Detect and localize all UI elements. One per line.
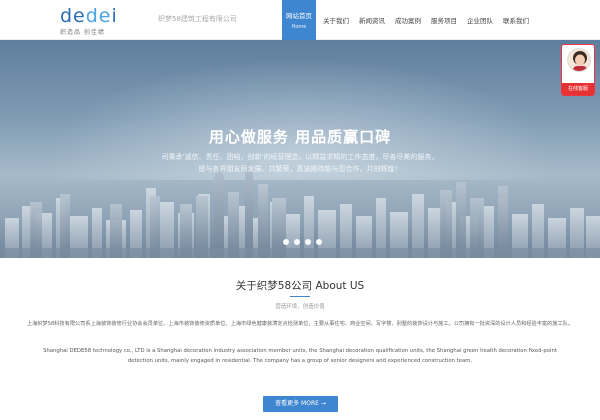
nav-item-label: 关于我们 xyxy=(323,17,349,25)
agent-portrait-icon xyxy=(568,49,590,71)
view-more-button[interactable]: 查看更多 MORE → xyxy=(263,396,338,412)
nav-item-label: 联系我们 xyxy=(503,17,529,25)
nav-item-team[interactable]: 企业团队 xyxy=(462,0,498,40)
about-heading: 关于织梦58公司 About US xyxy=(235,280,365,292)
carousel-indicators xyxy=(283,239,327,245)
about-text-chinese: 上海织梦58科技有限公司系上海装饰装修行业协会会员单位、上海市装饰装修资质单位、… xyxy=(26,321,574,327)
nav-item-services[interactable]: 服务项目 xyxy=(426,0,462,40)
main-nav: 网站首页 Home 关于我们 新闻资讯 成功案例 服务项目 企业团队 联系我们 xyxy=(282,0,534,40)
nav-item-label: 网站首页 xyxy=(286,12,312,20)
about-subheading: 营造环境，创造价值 xyxy=(275,304,325,310)
site-logo[interactable]: dedei 织造品 创佳绩 xyxy=(60,6,140,36)
service-agent-avatar xyxy=(567,48,591,72)
hero-description-line-2: 愿与各界朋友同发展、共繁荣，真诚期待能与您合作，共创辉煌！ xyxy=(198,165,402,173)
nav-item-home[interactable]: 网站首页 Home xyxy=(282,0,316,40)
carousel-dot-4[interactable] xyxy=(316,239,322,245)
nav-item-label: 成功案例 xyxy=(395,17,421,25)
service-label: 在线客服 xyxy=(562,83,594,95)
online-service-widget[interactable]: 在线客服 xyxy=(561,44,595,96)
hero-title: 用心做服务 用品质赢口碑 xyxy=(208,128,392,146)
carousel-dot-2[interactable] xyxy=(294,239,300,245)
nav-item-news[interactable]: 新闻资讯 xyxy=(354,0,390,40)
nav-item-label: 企业团队 xyxy=(467,17,493,25)
nav-item-sublabel: Home xyxy=(291,24,307,30)
hero-description-line-1: 司秉承'诚信、责任、团结、创新'的经营理念，以精益求精的工作态度，尽善尽美的服务… xyxy=(161,153,439,161)
hero-banner[interactable]: 用心做服务 用品质赢口碑 司秉承'诚信、责任、团结、创新'的经营理念，以精益求精… xyxy=(0,40,600,258)
company-name: 织梦58建筑工程有限公司 xyxy=(158,15,237,23)
about-text-english: Shanghai DEDE58 technology co., LTD is a… xyxy=(43,348,557,364)
nav-item-about[interactable]: 关于我们 xyxy=(318,0,354,40)
nav-item-label: 服务项目 xyxy=(431,17,457,25)
site-header: dedei 织造品 创佳绩 织梦58建筑工程有限公司 网站首页 Home 关于我… xyxy=(0,0,600,40)
nav-item-label: 新闻资讯 xyxy=(359,17,385,25)
logo-wordmark: dedei xyxy=(60,5,118,27)
carousel-dot-1[interactable] xyxy=(283,239,289,245)
nav-item-contact[interactable]: 联系我们 xyxy=(498,0,534,40)
about-heading-underline xyxy=(290,296,310,297)
carousel-dot-3[interactable] xyxy=(305,239,311,245)
logo-slogan: 织造品 创佳绩 xyxy=(60,29,105,36)
nav-item-cases[interactable]: 成功案例 xyxy=(390,0,426,40)
